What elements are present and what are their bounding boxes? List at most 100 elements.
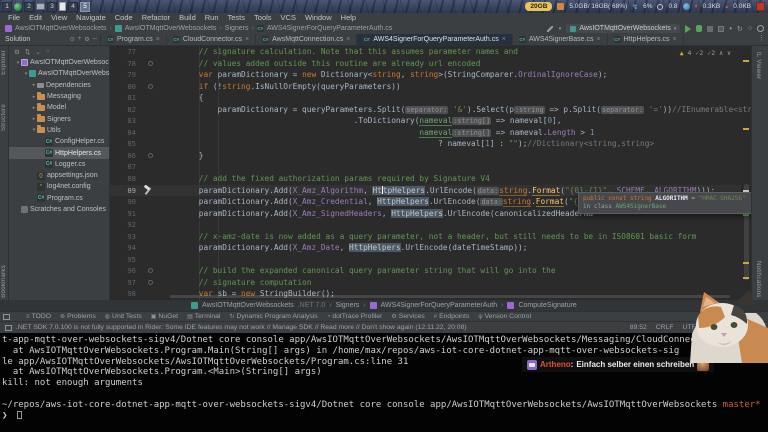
gutter-line-89[interactable]: 89: [110, 185, 174, 197]
prev-issue-arrow[interactable]: ∧: [719, 49, 723, 57]
tab-httphelpers-cs[interactable]: C# HttpHelpers.cs ×: [608, 34, 684, 45]
tree-item-log4net-config[interactable]: * log4net.config: [9, 181, 109, 192]
toolwindow-todo[interactable]: ≡ TODO: [26, 313, 51, 320]
code-line-78[interactable]: // values added outside this routine are…: [180, 58, 751, 70]
code-line-82[interactable]: paramDictionary = queryParameters.Split(…: [180, 104, 751, 116]
code-line-85[interactable]: ? nameval[1] : "");//Dictionary<string,s…: [180, 138, 751, 150]
settings-gear-icon[interactable]: [757, 25, 764, 32]
panel-header-icon[interactable]: ⊙: [70, 36, 75, 43]
menu-navigate[interactable]: Navigate: [72, 13, 110, 23]
gutter-line-90[interactable]: 90: [110, 196, 174, 208]
toolwindow-nuget[interactable]: ▣ NuGet: [151, 313, 178, 320]
tool-window-corner-icon[interactable]: [3, 314, 10, 320]
fold-marker-icon[interactable]: [148, 152, 153, 158]
code-line-92[interactable]: [180, 219, 751, 231]
tree-item-signers[interactable]: ▸ Signers: [9, 113, 109, 124]
debug-button[interactable]: [696, 25, 703, 32]
tab-aws4signerbase-cs[interactable]: C# AWS4SignerBase.cs ×: [513, 34, 608, 45]
toolwindow-terminal[interactable]: ▤ Terminal: [187, 313, 220, 320]
horizontal-scrollbar[interactable]: [170, 295, 730, 298]
tab-awsmqttconnection-cs[interactable]: C# AwsMqttConnection.cs ×: [256, 34, 358, 45]
coverage-button[interactable]: [718, 25, 725, 32]
code-line-81[interactable]: {: [180, 92, 751, 104]
code-line-86[interactable]: }: [180, 150, 751, 162]
caret-position[interactable]: 89:52: [630, 324, 647, 331]
code-line-77[interactable]: // signature calculation. Note that this…: [180, 46, 751, 58]
tree-item-dependencies[interactable]: ▸ Dependencies: [9, 80, 109, 91]
tree-item-model[interactable]: ▸ Model: [9, 102, 109, 113]
chevron-down-icon[interactable]: ▾: [729, 26, 732, 32]
sdk-warning-message[interactable]: .NET SDK 7.0.100 is not fully supported …: [16, 324, 467, 331]
toolstrip-explorer[interactable]: Explorer: [1, 50, 7, 75]
fold-marker-icon[interactable]: [148, 60, 153, 66]
tree-item-awsiotmqttoverwebsockets[interactable]: ▾AwsIOTMqttOverWebsockets: [9, 68, 109, 79]
panel-header-icon[interactable]: ─: [93, 36, 97, 43]
next-issue-arrow[interactable]: ∨: [727, 49, 731, 57]
intention-hammer-icon[interactable]: [143, 186, 152, 195]
tab-close-icon[interactable]: ×: [502, 36, 506, 43]
gutter-line-98[interactable]: 98: [110, 288, 174, 300]
menu-view[interactable]: View: [47, 13, 71, 23]
tree-item-awsiotmqttoverwebsockets[interactable]: ▾AwsIOTMqttOverWebsockets: [9, 57, 109, 68]
breadcrumb-item[interactable]: ComputeSignature: [518, 302, 576, 309]
tree-item-scratches-and-consoles[interactable]: Scratches and Consoles: [9, 204, 109, 215]
line-ending[interactable]: CRLF: [656, 324, 674, 331]
gutter-line-77[interactable]: 77: [110, 46, 174, 58]
tab-overflow-icon[interactable]: ⋮: [758, 34, 768, 45]
terminal-prompt-line[interactable]: ❯: [2, 410, 768, 422]
workspace-4[interactable]: 4: [68, 1, 78, 12]
tree-item-confighelper-cs[interactable]: C# ConfigHelper.cs: [9, 136, 109, 147]
run-button[interactable]: [685, 24, 692, 33]
fold-marker-icon[interactable]: [148, 83, 153, 89]
gutter-line-79[interactable]: 79: [110, 69, 174, 81]
toolwindow-endpoints[interactable]: # Endpoints: [434, 313, 470, 320]
gutter-line-78[interactable]: 78: [110, 58, 174, 70]
explorer-toolbar-icon[interactable]: ⇅: [25, 48, 30, 56]
gutter-line-82[interactable]: 82: [110, 104, 174, 116]
breadcrumb-item[interactable]: Signers: [225, 25, 249, 32]
tab-close-icon[interactable]: ×: [597, 36, 601, 43]
menu-help[interactable]: Help: [337, 13, 360, 23]
toolwindow-dynamic-program-analysis[interactable]: ↻ Dynamic Program Analysis: [229, 313, 317, 320]
menu-run[interactable]: Run: [201, 13, 223, 23]
toolwindow-unit-tests[interactable]: ◍ Unit Tests: [105, 313, 142, 320]
tab-close-icon[interactable]: ×: [245, 36, 249, 43]
solution-panel-header[interactable]: Solution ⊙ + ⚙ ─: [0, 34, 101, 45]
code-line-96[interactable]: // build the expanded canonical query pa…: [180, 265, 751, 277]
code-editor[interactable]: 77 78 79 80 81 82 83 84 85 86 87 88 89 90 91 92 93 94 95 96…: [110, 46, 751, 300]
breadcrumb-item[interactable]: AWS4SignerForQueryParameterAuth: [381, 302, 497, 309]
menu-edit[interactable]: Edit: [25, 13, 46, 23]
menu-tools[interactable]: Tools: [250, 13, 276, 23]
wrench-icon[interactable]: [546, 24, 554, 33]
toolstrip-structure[interactable]: Structure: [1, 104, 7, 131]
toolstrip-bookmarks[interactable]: Bookmarks: [1, 265, 7, 298]
terminal-window[interactable]: t-app-mqtt-over-websockets-sigv4/Dotnet …: [0, 333, 768, 432]
toolstrip-il-viewer[interactable]: IL Viewer: [755, 52, 761, 79]
menu-file[interactable]: File: [4, 13, 24, 23]
breadcrumb-item[interactable]: AwsIOTMqttOverWebsockets: [15, 25, 107, 32]
event-log-icon[interactable]: [5, 324, 12, 331]
explorer-toolbar-icon[interactable]: ⚙: [14, 48, 20, 56]
breadcrumb-item[interactable]: AwsIOTMqttOverWebsockets: [202, 302, 294, 309]
search-icon[interactable]: ○: [748, 25, 752, 32]
menu-code[interactable]: Code: [111, 13, 137, 23]
code-line-83[interactable]: .ToDictionary(nameval:string[] => nameva…: [180, 115, 751, 127]
gutter-line-80[interactable]: 80: [110, 81, 174, 93]
tree-item-messaging[interactable]: ▸ Messaging: [9, 91, 109, 102]
gutter-line-93[interactable]: 93: [110, 231, 174, 243]
gutter-line-97[interactable]: 97: [110, 277, 174, 289]
panel-header-icon[interactable]: +: [78, 36, 82, 43]
menu-refactor[interactable]: Refactor: [138, 13, 174, 23]
toolwindow-services[interactable]: ⚙ Services: [391, 313, 424, 320]
workspace-switcher[interactable]: 1 2 345: [0, 1, 90, 12]
fold-marker-icon[interactable]: [148, 268, 153, 274]
explorer-toolbar-icon[interactable]: ⌄: [35, 48, 40, 56]
inspection-widget[interactable]: ▲ 4 ✓2 ✓2 ∧ ∨: [680, 49, 731, 57]
gutter-line-94[interactable]: 94: [110, 242, 174, 254]
tab-close-icon[interactable]: ×: [673, 36, 677, 43]
tree-item-appsettings-json[interactable]: {} appsettings.json: [9, 170, 109, 181]
toolwindow-version-control[interactable]: ψ Version Control: [478, 313, 531, 320]
tab-close-icon[interactable]: ×: [346, 36, 350, 43]
menu-window[interactable]: Window: [301, 13, 336, 23]
workspace-5[interactable]: 5: [80, 1, 90, 12]
